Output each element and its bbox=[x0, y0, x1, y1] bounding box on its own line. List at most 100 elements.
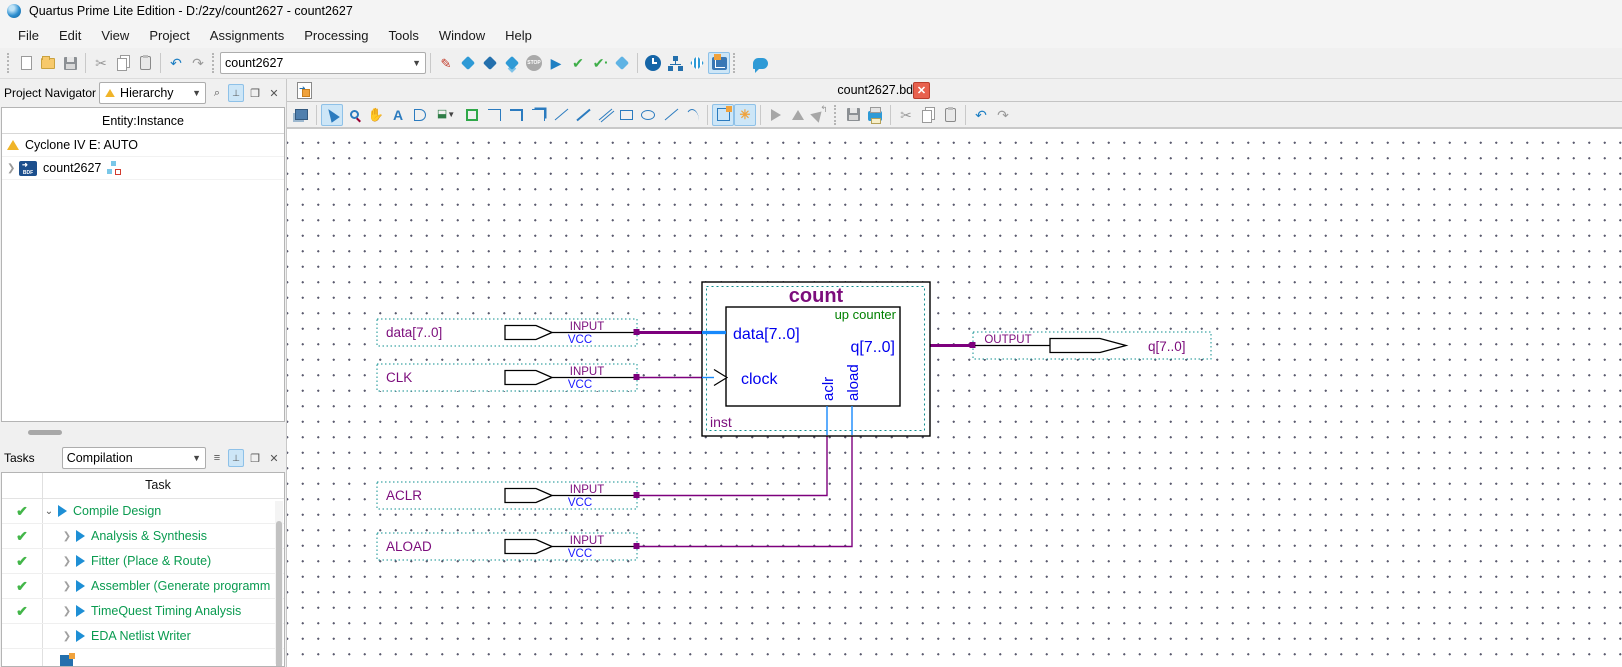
task-row-analysis-synthesis[interactable]: ✔ ❯ Analysis & Synthesis bbox=[2, 524, 284, 549]
count-block-symbol[interactable]: count data[7..0] up counter q[7..0] cloc… bbox=[701, 281, 931, 437]
flip-horizontal-button[interactable] bbox=[765, 104, 787, 126]
timequest-clock-button[interactable] bbox=[642, 52, 664, 74]
undo-button[interactable]: ↶ bbox=[165, 52, 187, 74]
input-pin-clk[interactable]: CLK INPUT VCC bbox=[376, 363, 640, 392]
run-task-icon[interactable] bbox=[76, 555, 85, 567]
close-panel-button[interactable]: ✕ bbox=[266, 449, 282, 467]
menu-help[interactable]: Help bbox=[495, 25, 542, 46]
pin-panel-button[interactable]: ⊥ bbox=[228, 449, 244, 467]
editor-cut-button[interactable]: ✂ bbox=[895, 104, 917, 126]
aload-wire[interactable] bbox=[637, 435, 853, 548]
task-row-fitter[interactable]: ✔ ❯ Fitter (Place & Route) bbox=[2, 549, 284, 574]
collapse-chevron-icon[interactable]: ⌄ bbox=[42, 506, 56, 517]
input-pin-aload[interactable]: ALOAD INPUT VCC bbox=[376, 532, 640, 561]
paste-button[interactable] bbox=[134, 52, 156, 74]
menu-view[interactable]: View bbox=[91, 25, 139, 46]
expand-chevron-icon[interactable]: ❯ bbox=[7, 163, 19, 174]
ellipse-tool-button[interactable] bbox=[637, 104, 659, 126]
search-icon[interactable]: ⌕ bbox=[209, 84, 225, 102]
save-button[interactable] bbox=[59, 52, 81, 74]
splitter-grip[interactable] bbox=[28, 430, 62, 435]
detach-window-button[interactable] bbox=[290, 104, 312, 126]
menu-assignments[interactable]: Assignments bbox=[200, 25, 294, 46]
redo-button[interactable]: ↷ bbox=[187, 52, 209, 74]
pin-panel-button[interactable]: ⊥ bbox=[228, 84, 244, 102]
editor-copy-button[interactable] bbox=[917, 104, 939, 126]
menu-window[interactable]: Window bbox=[429, 25, 495, 46]
copy-button[interactable] bbox=[112, 52, 134, 74]
toolbar-drag-handle[interactable] bbox=[733, 53, 738, 73]
aclr-wire[interactable] bbox=[637, 435, 828, 497]
tasks-scrollbar[interactable] bbox=[275, 501, 283, 666]
start-analysis-button[interactable]: ✔ bbox=[567, 52, 589, 74]
selection-tool-button[interactable] bbox=[321, 103, 343, 126]
expand-chevron-icon[interactable]: ❯ bbox=[60, 556, 74, 567]
editor-redo-button[interactable]: ↷ bbox=[992, 104, 1014, 126]
expand-chevron-icon[interactable]: ❯ bbox=[60, 581, 74, 592]
diagonal-conduit-tool[interactable] bbox=[593, 104, 615, 126]
tasks-menu-icon[interactable]: ≡ bbox=[209, 449, 225, 467]
task-row-assembler[interactable]: ✔ ❯ Assembler (Generate programm bbox=[2, 574, 284, 599]
task-row-timequest[interactable]: ✔ ❯ TimeQuest Timing Analysis bbox=[2, 599, 284, 624]
editor-save-button[interactable] bbox=[842, 104, 864, 126]
bdf-canvas[interactable]: count data[7..0] up counter q[7..0] cloc… bbox=[287, 129, 1622, 667]
editor-paste-button[interactable] bbox=[939, 104, 961, 126]
float-panel-button[interactable]: ❐ bbox=[247, 84, 263, 102]
line-tool-button[interactable] bbox=[659, 104, 681, 126]
orthogonal-conduit-tool[interactable] bbox=[527, 104, 549, 126]
expand-chevron-icon[interactable]: ❯ bbox=[60, 631, 74, 642]
device-tree-row[interactable]: Cyclone IV E: AUTO bbox=[2, 134, 284, 157]
start-fitter-button[interactable]: ✔ ▪ bbox=[589, 52, 611, 74]
toolbar-drag-handle[interactable] bbox=[7, 53, 12, 73]
menu-file[interactable]: File bbox=[8, 25, 49, 46]
rectangle-tool-button[interactable] bbox=[615, 104, 637, 126]
menu-tools[interactable]: Tools bbox=[379, 25, 429, 46]
comment-bubble-button[interactable] bbox=[749, 52, 771, 74]
stop-processing-button[interactable]: STOP bbox=[523, 52, 545, 74]
menu-project[interactable]: Project bbox=[139, 25, 199, 46]
orthogonal-bus-tool[interactable] bbox=[505, 104, 527, 126]
zoom-tool-button[interactable] bbox=[343, 104, 365, 126]
orthogonal-node-tool[interactable] bbox=[483, 104, 505, 126]
menu-edit[interactable]: Edit bbox=[49, 25, 91, 46]
navigator-mode-combo[interactable]: Hierarchy ▼ bbox=[99, 82, 206, 104]
analysis-synthesis-button[interactable] bbox=[457, 52, 479, 74]
diagonal-node-tool[interactable] bbox=[549, 104, 571, 126]
new-file-button[interactable] bbox=[15, 52, 37, 74]
compile-design-button[interactable] bbox=[501, 52, 523, 74]
netlist-viewer-button[interactable] bbox=[664, 52, 686, 74]
print-button[interactable] bbox=[864, 104, 886, 126]
rubberbanding-button[interactable] bbox=[712, 103, 734, 126]
assignment-editor-button[interactable] bbox=[686, 52, 708, 74]
expand-chevron-icon[interactable]: ❯ bbox=[60, 606, 74, 617]
toolbar-drag-handle[interactable] bbox=[212, 53, 217, 73]
input-pin-aclr[interactable]: ACLR INPUT VCC bbox=[376, 481, 640, 510]
cut-button[interactable]: ✂ bbox=[90, 52, 112, 74]
task-row-partial[interactable] bbox=[2, 649, 284, 666]
toolbar-drag-handle[interactable] bbox=[834, 104, 839, 125]
run-task-icon[interactable] bbox=[76, 580, 85, 592]
symbol-tool-button[interactable] bbox=[409, 104, 431, 126]
expand-chevron-icon[interactable]: ❯ bbox=[60, 531, 74, 542]
pin-tool-dropdown[interactable]: ⬓ ▼ bbox=[431, 104, 461, 126]
task-row-compile-design[interactable]: ✔ ⌄ Compile Design bbox=[2, 499, 284, 524]
start-compilation-button[interactable]: ▶ bbox=[545, 52, 567, 74]
design-tree-row[interactable]: ❯ BDF count2627 bbox=[2, 157, 284, 180]
close-panel-button[interactable]: ✕ bbox=[266, 84, 282, 102]
run-task-icon[interactable] bbox=[76, 530, 85, 542]
input-pin-data[interactable]: data[7..0] INPUT VCC bbox=[376, 318, 640, 347]
partial-line-selection-button[interactable]: ✳ bbox=[734, 103, 756, 126]
diagonal-bus-tool[interactable] bbox=[571, 104, 593, 126]
tasks-flow-combo[interactable]: Compilation ▼ bbox=[61, 447, 206, 469]
block-tool-button[interactable] bbox=[461, 104, 483, 126]
rotate-left-button[interactable]: ↰ bbox=[809, 104, 831, 126]
output-pin-q[interactable]: OUTPUT q[7..0] bbox=[969, 331, 1212, 360]
assembler-button[interactable] bbox=[611, 52, 633, 74]
run-task-icon[interactable] bbox=[58, 505, 67, 517]
menu-processing[interactable]: Processing bbox=[294, 25, 378, 46]
run-task-icon[interactable] bbox=[76, 605, 85, 617]
float-panel-button[interactable]: ❐ bbox=[247, 449, 263, 467]
close-tab-button[interactable]: ✕ bbox=[913, 82, 930, 99]
arc-tool-button[interactable] bbox=[681, 104, 703, 126]
flip-vertical-button[interactable] bbox=[787, 104, 809, 126]
